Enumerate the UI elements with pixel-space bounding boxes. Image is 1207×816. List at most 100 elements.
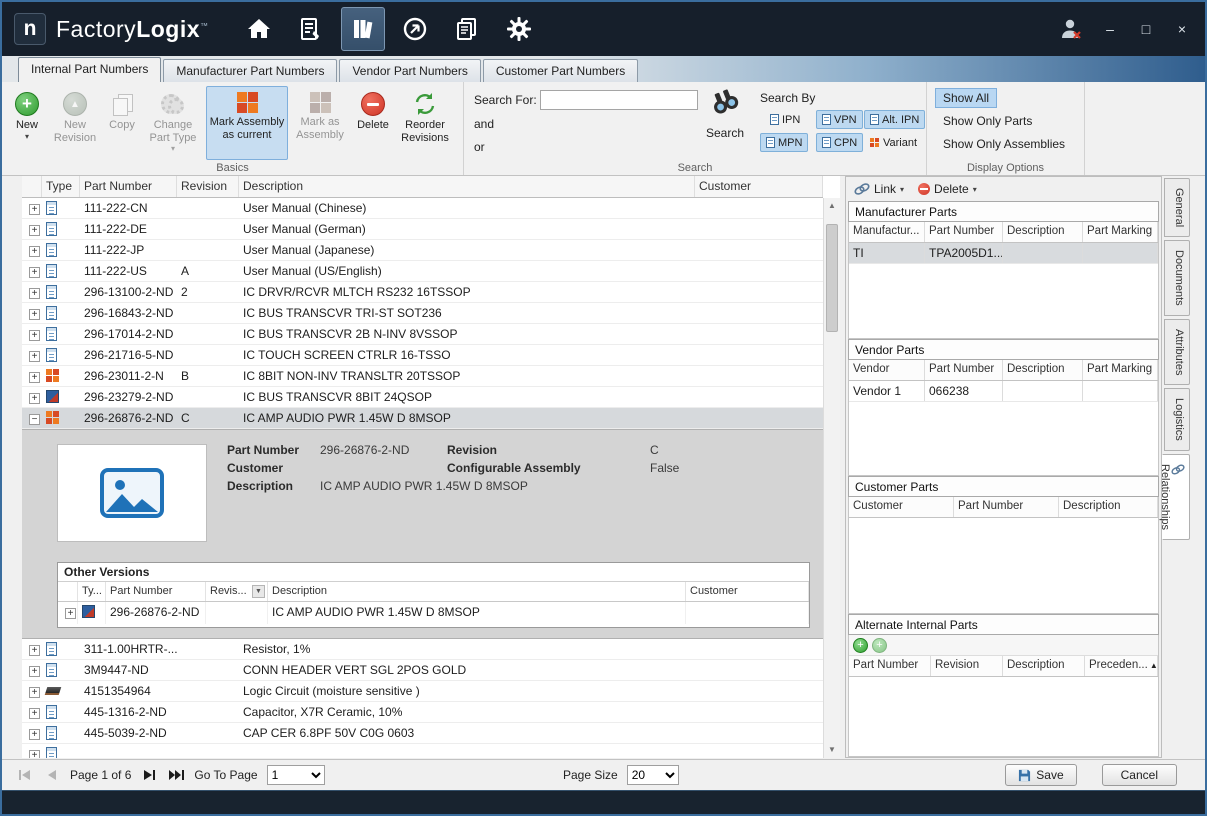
expand-toggle[interactable]: + [29,729,40,740]
search-input[interactable] [540,90,698,110]
binoculars-icon[interactable] [708,89,742,115]
scrollbar-thumb[interactable] [826,224,838,332]
dispatch-nav-button[interactable] [393,7,437,51]
column-header[interactable]: Customer [849,497,954,517]
column-header[interactable]: Description [1059,497,1158,517]
tab-relationships[interactable]: Relationships [1162,454,1190,540]
cancel-button[interactable]: Cancel [1102,764,1177,786]
table-row[interactable]: + 445-1316-2-ND Capacitor, X7R Ceramic, … [22,702,823,723]
table-row[interactable]: + 296-23279-2-ND IC BUS TRANSCVR 8BIT 24… [22,387,823,408]
expand-toggle[interactable]: + [29,393,40,404]
copy-button[interactable]: Copy [104,86,140,160]
link-button[interactable]: Link ▾ [854,182,904,196]
column-header[interactable]: Description [1003,656,1085,676]
column-header[interactable]: Part Marking [1083,222,1158,242]
column-header[interactable]: Part Number [849,656,931,676]
column-header-revision[interactable]: Revis...▼ [206,582,268,601]
last-page-button[interactable] [167,768,185,782]
column-header[interactable]: Part Number [925,222,1003,242]
tab-general[interactable]: General [1164,178,1190,237]
expand-toggle[interactable]: + [29,267,40,278]
column-header[interactable]: Part Number [954,497,1059,517]
expand-toggle[interactable]: + [29,330,40,341]
tab-vendor-part-numbers[interactable]: Vendor Part Numbers [339,59,480,82]
column-header[interactable]: Vendor [849,360,925,380]
mark-as-assembly-button[interactable]: Mark as Assembly [290,86,350,160]
table-row[interactable]: + 296-23011-2-N B IC 8BIT NON-INV TRANSL… [22,366,823,387]
expand-toggle[interactable]: + [29,204,40,215]
column-header-customer[interactable]: Customer [686,582,809,601]
table-row[interactable]: + 296-13100-2-ND 2 IC DRVR/RCVR MLTCH RS… [22,282,823,303]
column-header[interactable]: Description [1003,360,1083,380]
expand-toggle[interactable]: + [29,351,40,362]
column-header[interactable]: Revision [931,656,1003,676]
minimize-button[interactable]: – [1101,21,1119,37]
expand-toggle[interactable]: + [29,246,40,257]
page-size-select[interactable]: 20 [627,765,679,785]
column-header-description[interactable]: Description [239,176,695,197]
maximize-button[interactable]: □ [1137,21,1155,37]
filter-variant[interactable]: Variant [864,133,923,152]
column-header-type[interactable]: Type [42,176,80,197]
libraries-nav-button[interactable] [341,7,385,51]
expand-toggle[interactable]: − [29,414,40,425]
table-row[interactable]: + 445-5039-2-ND CAP CER 6.8PF 50V C0G 06… [22,723,823,744]
part-image-placeholder[interactable] [57,444,207,542]
show-all-option[interactable]: Show All [935,88,997,108]
column-header-part-number[interactable]: Part Number [80,176,177,197]
table-row[interactable]: Vendor 1 066238 [849,381,1158,402]
table-row[interactable]: + 296-21716-5-ND IC TOUCH SCREEN CTRLR 1… [22,345,823,366]
column-header-type[interactable]: Ty... [78,582,106,601]
filter-ipn[interactable]: IPN [764,110,806,129]
column-header-part-number[interactable]: Part Number [106,582,206,601]
close-button[interactable]: × [1173,21,1191,37]
table-row[interactable]: + 296-16843-2-ND IC BUS TRANSCVR TRI-ST … [22,303,823,324]
tab-logistics[interactable]: Logistics [1164,388,1190,451]
expand-toggle[interactable]: + [29,645,40,656]
table-row[interactable]: + 111-222-US A User Manual (US/English) [22,261,823,282]
column-header[interactable]: Part Marking [1083,360,1158,380]
table-row[interactable]: + 311-1.00HRTR-... Resistor, 1% [22,639,823,660]
expand-toggle[interactable]: + [29,750,40,758]
next-page-button[interactable] [140,768,158,782]
other-version-row[interactable]: + 296-26876-2-ND IC AMP AUDIO PWR 1.45W … [58,602,809,624]
search-button[interactable]: Search [706,126,744,140]
settings-nav-button[interactable] [497,7,541,51]
show-only-assemblies-option[interactable]: Show Only Assemblies [935,134,1073,154]
table-row[interactable]: − 296-26876-2-ND C IC AMP AUDIO PWR 1.45… [22,408,823,429]
prev-page-button[interactable] [43,768,61,782]
save-button[interactable]: Save [1005,764,1076,786]
go-to-page-select[interactable]: 1 [267,765,325,785]
column-header-customer[interactable]: Customer [695,176,823,197]
expand-toggle[interactable]: + [29,666,40,677]
show-only-parts-option[interactable]: Show Only Parts [935,111,1040,131]
expand-toggle[interactable]: + [29,708,40,719]
delete-link-button[interactable]: Delete ▾ [918,182,977,196]
filter-dropdown-icon[interactable]: ▼ [252,585,265,598]
table-row[interactable]: + 296-17014-2-ND IC BUS TRANSCVR 2B N-IN… [22,324,823,345]
scroll-down-icon[interactable]: ▼ [824,742,840,758]
scroll-up-icon[interactable]: ▲ [824,198,840,214]
tab-customer-part-numbers[interactable]: Customer Part Numbers [483,59,638,82]
delete-button[interactable]: Delete [352,86,394,160]
filter-cpn[interactable]: CPN [816,133,863,152]
tab-documents[interactable]: Documents [1164,240,1190,316]
tab-attributes[interactable]: Attributes [1164,319,1190,385]
add-alternate-secondary-button[interactable] [872,638,887,653]
table-row[interactable]: + 111-222-DE User Manual (German) [22,219,823,240]
add-alternate-button[interactable] [853,638,868,653]
column-header-sorted[interactable]: Preceden...▲ [1085,656,1158,676]
expand-toggle[interactable]: + [29,225,40,236]
first-page-button[interactable] [16,768,34,782]
new-button[interactable]: New ▾ [8,86,46,160]
reorder-revisions-button[interactable]: Reorder Revisions [396,86,454,160]
filter-alt-ipn[interactable]: Alt. IPN [864,110,925,129]
filter-vpn[interactable]: VPN [816,110,863,129]
expand-toggle[interactable]: + [29,309,40,320]
change-part-type-button[interactable]: Change Part Type ▾ [142,86,204,160]
tab-internal-part-numbers[interactable]: Internal Part Numbers [18,57,161,82]
column-header[interactable]: Description [1003,222,1083,242]
expand-toggle[interactable]: + [29,288,40,299]
mark-assembly-current-button[interactable]: Mark Assembly as current [206,86,288,160]
column-header[interactable]: Part Number [925,360,1003,380]
